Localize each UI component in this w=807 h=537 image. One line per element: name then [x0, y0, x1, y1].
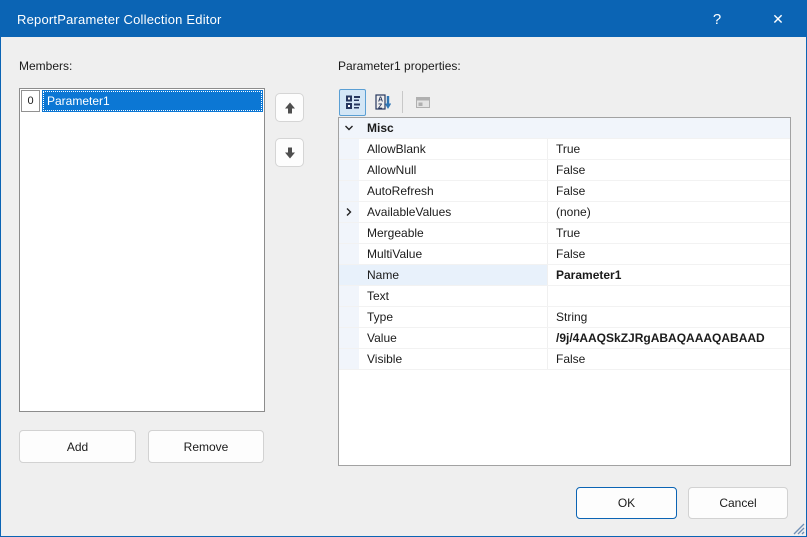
add-button[interactable]: Add [19, 430, 136, 463]
collapse-gutter[interactable] [339, 118, 359, 138]
property-value[interactable]: False [547, 244, 790, 264]
row-gutter[interactable] [339, 160, 359, 180]
sort-az-icon: A Z [375, 94, 391, 110]
row-gutter[interactable] [339, 286, 359, 306]
chevron-right-icon [343, 206, 355, 218]
property-row[interactable]: AutoRefresh False [339, 181, 790, 202]
svg-text:A: A [378, 97, 383, 104]
property-label[interactable]: Text [359, 286, 547, 306]
window-title: ReportParameter Collection Editor [17, 12, 222, 27]
property-grid[interactable]: Misc AllowBlank True AllowNull False [338, 117, 791, 466]
svg-text:Z: Z [378, 104, 383, 111]
property-label[interactable]: Type [359, 307, 547, 327]
property-label[interactable]: AllowNull [359, 160, 547, 180]
arrow-down-icon [282, 145, 298, 161]
category-row[interactable]: Misc [339, 118, 790, 139]
row-gutter[interactable] [339, 202, 359, 222]
property-value[interactable] [547, 286, 790, 306]
member-name[interactable]: Parameter1 [42, 90, 263, 112]
property-row[interactable]: Type String [339, 307, 790, 328]
property-label[interactable]: AllowBlank [359, 139, 547, 159]
property-row[interactable]: Text [339, 286, 790, 307]
property-row[interactable]: AvailableValues (none) [339, 202, 790, 223]
property-label[interactable]: Visible [359, 349, 547, 369]
property-label[interactable]: MultiValue [359, 244, 547, 264]
property-value[interactable]: Parameter1 [547, 265, 790, 285]
property-pages-icon [415, 94, 431, 110]
property-row[interactable]: MultiValue False [339, 244, 790, 265]
row-gutter[interactable] [339, 244, 359, 264]
toolbar-separator [402, 91, 403, 113]
property-value[interactable]: False [547, 349, 790, 369]
close-button[interactable]: ✕ [756, 1, 800, 37]
categorized-view-button[interactable] [339, 89, 366, 116]
property-rows: AllowBlank True AllowNull False AutoRefr… [339, 139, 790, 370]
property-row[interactable]: Name Parameter1 [339, 265, 790, 286]
property-value[interactable]: False [547, 160, 790, 180]
report-parameter-collection-editor-dialog: ReportParameter Collection Editor ? ✕ Me… [0, 0, 807, 537]
members-listbox[interactable]: 0 Parameter1 [19, 88, 265, 412]
list-item[interactable]: 0 Parameter1 [21, 90, 263, 112]
row-gutter[interactable] [339, 328, 359, 348]
move-up-button[interactable] [275, 93, 304, 122]
category-label: Misc [359, 118, 790, 138]
property-value[interactable]: (none) [547, 202, 790, 222]
property-value[interactable]: True [547, 223, 790, 243]
property-label[interactable]: Name [359, 265, 547, 285]
property-value[interactable]: /9j/4AAQSkZJRgABAQAAAQABAAD [547, 328, 790, 348]
cancel-button[interactable]: Cancel [688, 487, 788, 519]
property-label[interactable]: AutoRefresh [359, 181, 547, 201]
property-label[interactable]: Mergeable [359, 223, 547, 243]
resize-grip[interactable] [791, 521, 805, 535]
row-gutter[interactable] [339, 139, 359, 159]
property-grid-toolbar: A Z [339, 88, 439, 116]
property-value[interactable]: True [547, 139, 790, 159]
help-button[interactable]: ? [695, 1, 739, 37]
property-label[interactable]: Value [359, 328, 547, 348]
row-gutter[interactable] [339, 265, 359, 285]
move-down-button[interactable] [275, 138, 304, 167]
property-row[interactable]: AllowBlank True [339, 139, 790, 160]
property-row[interactable]: AllowNull False [339, 160, 790, 181]
title-bar: ReportParameter Collection Editor [1, 1, 806, 37]
property-value[interactable]: False [547, 181, 790, 201]
row-gutter[interactable] [339, 181, 359, 201]
member-index: 0 [21, 90, 40, 112]
arrow-up-icon [282, 100, 298, 116]
remove-button[interactable]: Remove [148, 430, 264, 463]
ok-button[interactable]: OK [576, 487, 677, 519]
members-label: Members: [19, 59, 72, 73]
property-row[interactable]: Mergeable True [339, 223, 790, 244]
row-gutter[interactable] [339, 223, 359, 243]
properties-label: Parameter1 properties: [338, 59, 461, 73]
property-row[interactable]: Value /9j/4AAQSkZJRgABAQAAAQABAAD [339, 328, 790, 349]
alphabetical-sort-button[interactable]: A Z [369, 89, 396, 116]
categorized-icon [345, 94, 361, 110]
close-icon: ✕ [772, 11, 784, 28]
property-pages-button [409, 89, 436, 116]
row-gutter[interactable] [339, 349, 359, 369]
property-label[interactable]: AvailableValues [359, 202, 547, 222]
property-row[interactable]: Visible False [339, 349, 790, 370]
chevron-down-icon [343, 122, 355, 134]
row-gutter[interactable] [339, 307, 359, 327]
property-value[interactable]: String [547, 307, 790, 327]
help-icon: ? [713, 11, 721, 28]
